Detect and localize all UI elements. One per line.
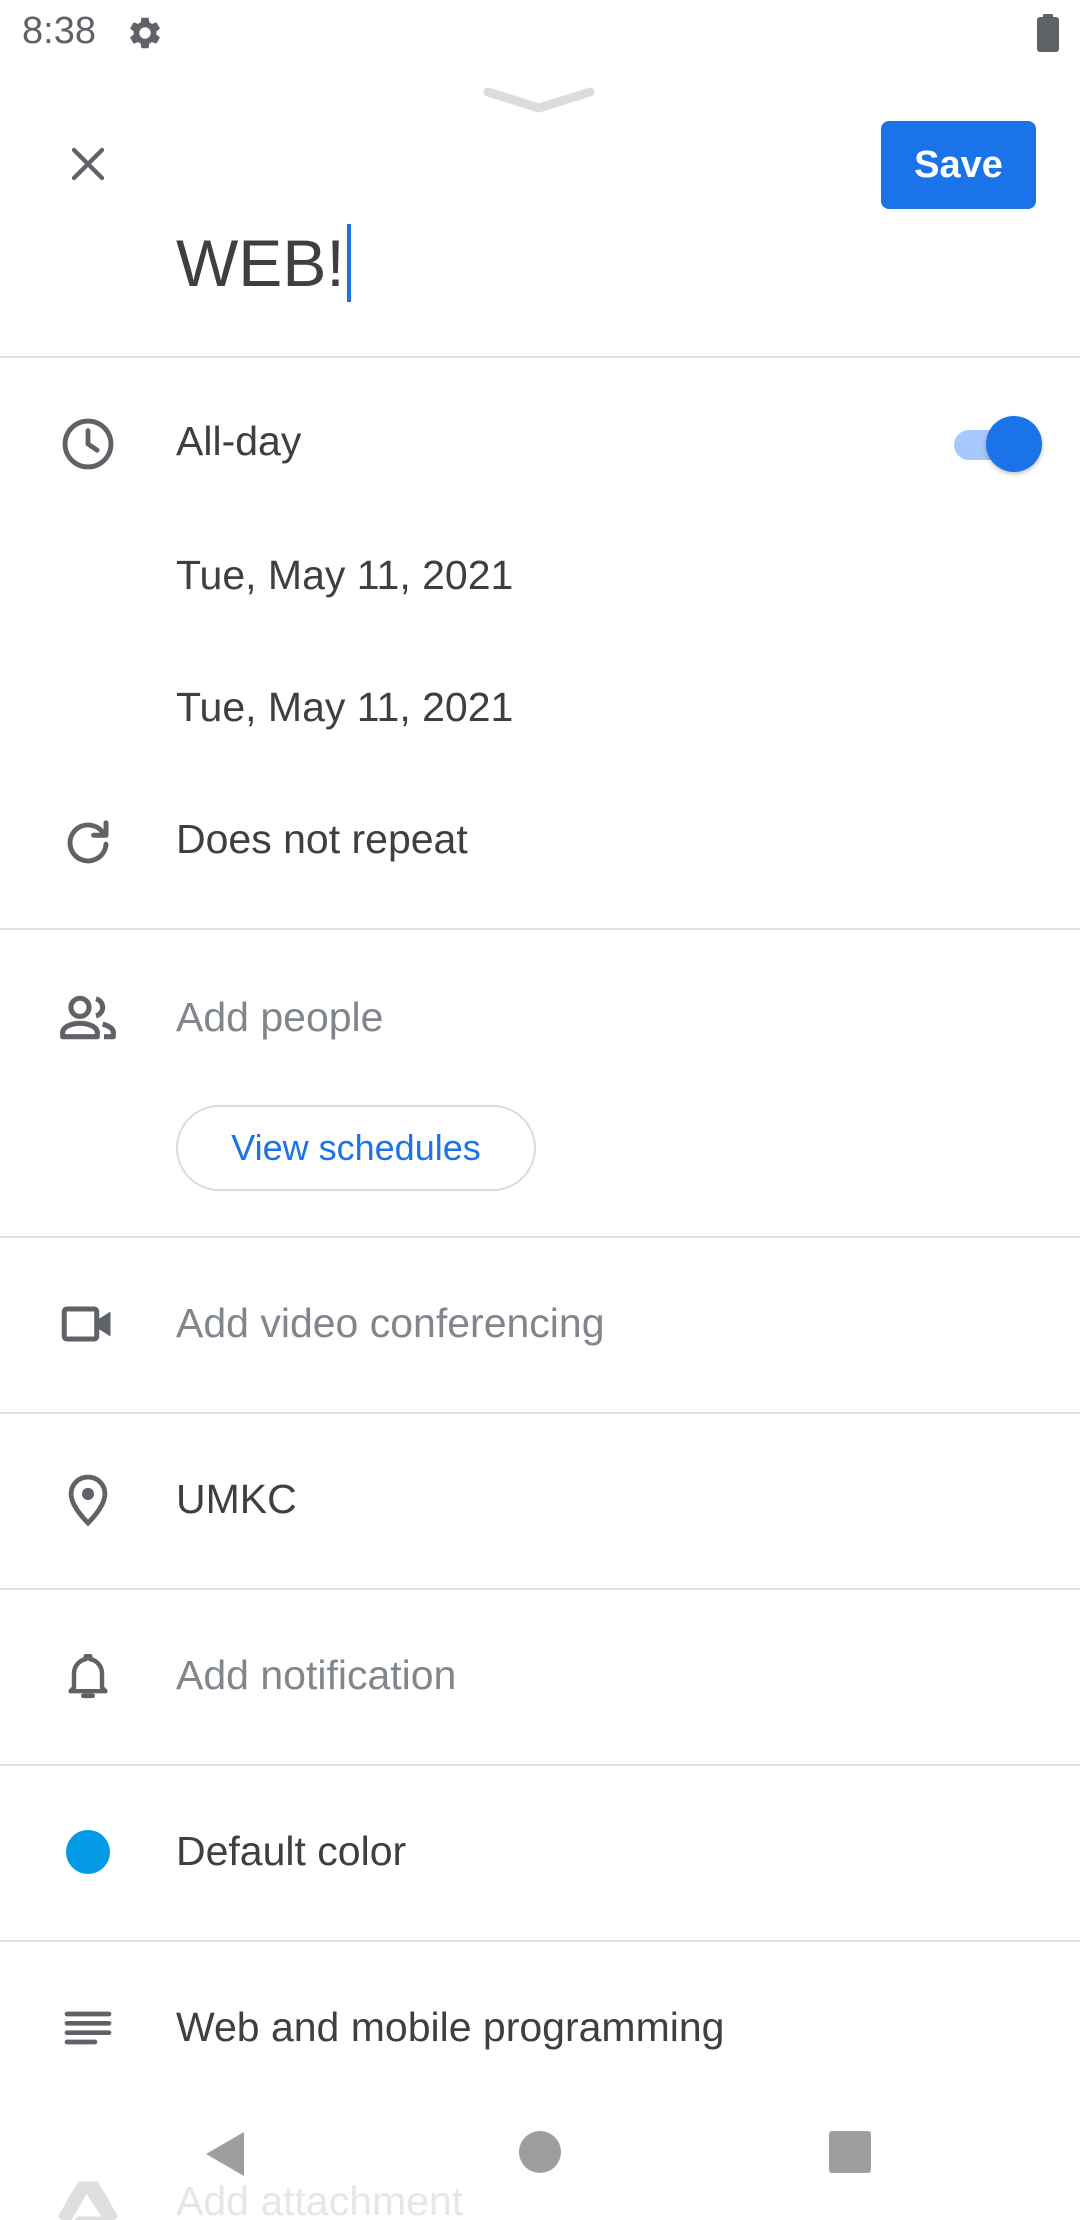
color-label: Default color <box>176 1828 407 1874</box>
save-button[interactable]: Save <box>881 121 1036 209</box>
color-dot <box>66 1830 110 1874</box>
divider <box>0 1764 1080 1766</box>
add-people-field[interactable]: Add people <box>176 994 383 1041</box>
notification-row[interactable] <box>0 1616 1080 1736</box>
divider <box>0 1940 1080 1942</box>
description-value[interactable]: Web and mobile programming <box>176 2004 724 2051</box>
view-schedules-button[interactable]: View schedules <box>176 1105 536 1191</box>
end-date[interactable]: Tue, May 11, 2021 <box>176 684 513 731</box>
all-day-label: All-day <box>176 418 302 464</box>
notes-icon <box>56 1996 120 2060</box>
repeat-label: Does not repeat <box>176 816 468 862</box>
all-day-toggle[interactable] <box>950 414 1046 474</box>
location-value[interactable]: UMKC <box>176 1476 297 1523</box>
video-camera-icon <box>56 1292 120 1356</box>
add-video-conferencing[interactable]: Add video conferencing <box>176 1300 605 1347</box>
repeat-icon <box>56 810 120 874</box>
location-pin-icon <box>56 1468 120 1532</box>
edit-event-screen: 8:38 Save WEB! All-day Tue, May 11, 2021… <box>0 0 1080 2220</box>
add-attachment: Add attachment <box>176 2178 464 2220</box>
start-date[interactable]: Tue, May 11, 2021 <box>176 552 513 599</box>
back-icon[interactable] <box>200 2128 252 2180</box>
divider <box>0 928 1080 930</box>
drive-icon <box>58 2181 118 2220</box>
text-cursor <box>346 224 351 302</box>
close-icon <box>71 147 105 181</box>
divider <box>0 1412 1080 1414</box>
battery-icon <box>1037 14 1059 52</box>
status-bar: 8:38 <box>0 0 1080 66</box>
toggle-thumb <box>986 416 1042 472</box>
drag-handle[interactable] <box>482 82 596 116</box>
recents-icon[interactable] <box>829 2131 871 2173</box>
all-day-row[interactable] <box>0 380 1080 510</box>
repeat-row[interactable] <box>0 780 1080 900</box>
status-time: 8:38 <box>22 10 96 52</box>
add-people-row[interactable] <box>0 960 1080 1080</box>
divider <box>0 1588 1080 1590</box>
color-row[interactable] <box>0 1792 1080 1912</box>
close-button[interactable] <box>52 128 124 200</box>
add-notification[interactable]: Add notification <box>176 1652 456 1699</box>
color-swatch-icon <box>56 1820 120 1884</box>
gear-icon <box>130 17 160 49</box>
event-title-input[interactable]: WEB! <box>176 218 351 308</box>
clock-icon <box>56 412 120 476</box>
home-icon[interactable] <box>519 2131 561 2173</box>
divider <box>0 356 1080 358</box>
divider <box>0 1236 1080 1238</box>
event-title-value: WEB! <box>176 226 345 300</box>
bell-icon <box>56 1644 120 1708</box>
location-row[interactable] <box>0 1440 1080 1560</box>
people-icon <box>56 986 120 1050</box>
